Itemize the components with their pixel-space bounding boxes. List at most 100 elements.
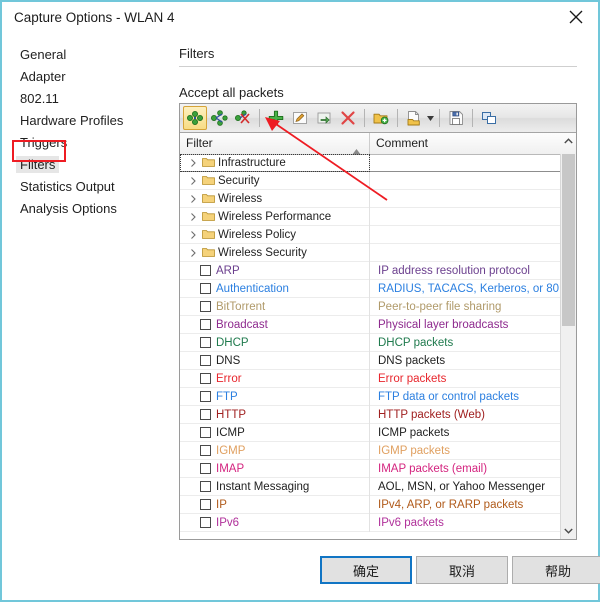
- capture-options-dialog: Capture Options - WLAN 4 General Adapter…: [0, 0, 600, 602]
- table-row[interactable]: Infrastructure: [180, 154, 560, 172]
- table-row[interactable]: FTP FTP data or control packets: [180, 388, 560, 406]
- accept-matching-toggle[interactable]: [231, 106, 255, 130]
- filter-checkbox[interactable]: [200, 355, 211, 366]
- grid-column-headers: Filter Comment: [180, 133, 576, 155]
- row-filter-label: IPv6: [216, 514, 239, 532]
- row-filter-cell: Broadcast: [180, 316, 370, 334]
- filter-checkbox[interactable]: [200, 499, 211, 510]
- row-comment-cell: DNS packets: [370, 352, 560, 370]
- edit-filter-button[interactable]: [288, 106, 312, 130]
- chevron-right-icon[interactable]: [186, 172, 200, 190]
- table-row[interactable]: Wireless Security: [180, 244, 560, 262]
- filter-checkbox[interactable]: [200, 445, 211, 456]
- add-filter-button[interactable]: [264, 106, 288, 130]
- help-button[interactable]: 帮助: [512, 556, 600, 584]
- filter-checkbox[interactable]: [200, 481, 211, 492]
- table-row[interactable]: ICMP ICMP packets: [180, 424, 560, 442]
- table-row[interactable]: Authentication RADIUS, TACACS, Kerberos,…: [180, 280, 560, 298]
- filter-checkbox[interactable]: [200, 427, 211, 438]
- scroll-up-icon[interactable]: [561, 133, 576, 149]
- row-filter-cell: IGMP: [180, 442, 370, 460]
- cancel-button[interactable]: 取消: [416, 556, 508, 584]
- filter-checkbox[interactable]: [200, 265, 211, 276]
- chevron-right-icon[interactable]: [186, 208, 200, 226]
- sidebar-item-802-11[interactable]: 802.11: [16, 90, 63, 107]
- row-filter-cell: FTP: [180, 388, 370, 406]
- table-row[interactable]: DNS DNS packets: [180, 352, 560, 370]
- table-row[interactable]: ARP IP address resolution protocol: [180, 262, 560, 280]
- filter-checkbox[interactable]: [200, 409, 211, 420]
- table-row[interactable]: BitTorrent Peer-to-peer file sharing: [180, 298, 560, 316]
- row-comment-cell: [370, 172, 560, 190]
- grid-vertical-scrollbar[interactable]: [560, 154, 576, 539]
- row-filter-label: IP: [216, 496, 227, 514]
- filter-checkbox[interactable]: [200, 301, 211, 312]
- row-comment-cell: IMAP packets (email): [370, 460, 560, 478]
- row-filter-label: DNS: [216, 352, 240, 370]
- table-row[interactable]: Instant Messaging AOL, MSN, or Yahoo Mes…: [180, 478, 560, 496]
- ok-button[interactable]: 确定: [320, 556, 412, 584]
- table-row[interactable]: Wireless Performance: [180, 208, 560, 226]
- delete-filter-button[interactable]: [336, 106, 360, 130]
- row-comment-cell: [370, 226, 560, 244]
- table-row[interactable]: HTTP HTTP packets (Web): [180, 406, 560, 424]
- filter-checkbox[interactable]: [200, 391, 211, 402]
- row-filter-label: HTTP: [216, 406, 246, 424]
- column-header-filter-label: Filter: [186, 136, 213, 150]
- filters-toolbar: [180, 104, 576, 133]
- row-comment-cell: [370, 208, 560, 226]
- folder-icon: [200, 190, 216, 208]
- sidebar-item-triggers[interactable]: Triggers: [16, 134, 71, 151]
- filter-checkbox[interactable]: [200, 283, 211, 294]
- row-filter-cell: ICMP: [180, 424, 370, 442]
- column-header-comment[interactable]: Comment: [370, 133, 560, 154]
- table-row[interactable]: IPv6 IPv6 packets: [180, 514, 560, 532]
- table-row[interactable]: DHCP DHCP packets: [180, 334, 560, 352]
- scroll-down-icon[interactable]: [561, 523, 576, 539]
- sidebar-item-filters[interactable]: Filters: [16, 156, 59, 173]
- chevron-right-icon[interactable]: [186, 244, 200, 262]
- sidebar-item-analysis-options[interactable]: Analysis Options: [16, 200, 121, 217]
- row-filter-cell: Wireless Security: [180, 244, 370, 262]
- chevron-right-icon[interactable]: [186, 154, 200, 172]
- chevron-right-icon[interactable]: [186, 226, 200, 244]
- scrollbar-thumb[interactable]: [562, 154, 575, 326]
- table-row[interactable]: Broadcast Physical layer broadcasts: [180, 316, 560, 334]
- filter-checkbox[interactable]: [200, 319, 211, 330]
- row-filter-cell: IMAP: [180, 460, 370, 478]
- chevron-right-icon[interactable]: [186, 190, 200, 208]
- table-row[interactable]: IGMP IGMP packets: [180, 442, 560, 460]
- column-header-filter[interactable]: Filter: [180, 133, 370, 154]
- table-row[interactable]: Wireless: [180, 190, 560, 208]
- filters-row-list: Infrastructure Security: [180, 154, 560, 539]
- row-filter-cell: HTTP: [180, 406, 370, 424]
- filter-checkbox[interactable]: [200, 373, 211, 384]
- import-filters-button[interactable]: [402, 106, 426, 130]
- row-filter-cell: Instant Messaging: [180, 478, 370, 496]
- duplicate-filter-button[interactable]: [312, 106, 336, 130]
- row-filter-cell: DNS: [180, 352, 370, 370]
- close-icon[interactable]: [554, 2, 598, 32]
- sidebar-item-statistics-output[interactable]: Statistics Output: [16, 178, 119, 195]
- table-row[interactable]: Wireless Policy: [180, 226, 560, 244]
- filter-checkbox[interactable]: [200, 463, 211, 474]
- reject-all-packets-toggle[interactable]: [207, 106, 231, 130]
- sidebar-item-adapter[interactable]: Adapter: [16, 68, 70, 85]
- table-row[interactable]: Security: [180, 172, 560, 190]
- filter-checkbox[interactable]: [200, 337, 211, 348]
- folder-icon: [200, 244, 216, 262]
- scrollbar-track[interactable]: [561, 154, 576, 523]
- sidebar-item-general[interactable]: General: [16, 46, 70, 63]
- row-comment-cell: IPv4, ARP, or RARP packets: [370, 496, 560, 514]
- arrange-columns-button[interactable]: [477, 106, 501, 130]
- import-filters-chevron-down-icon[interactable]: [426, 107, 435, 129]
- accept-all-packets-toggle[interactable]: [183, 106, 207, 130]
- table-row[interactable]: Error Error packets: [180, 370, 560, 388]
- sidebar-item-hardware-profiles[interactable]: Hardware Profiles: [16, 112, 127, 129]
- save-filters-button[interactable]: [444, 106, 468, 130]
- row-comment-cell: [370, 190, 560, 208]
- table-row[interactable]: IMAP IMAP packets (email): [180, 460, 560, 478]
- new-filter-set-button[interactable]: [369, 106, 393, 130]
- filter-checkbox[interactable]: [200, 517, 211, 528]
- table-row[interactable]: IP IPv4, ARP, or RARP packets: [180, 496, 560, 514]
